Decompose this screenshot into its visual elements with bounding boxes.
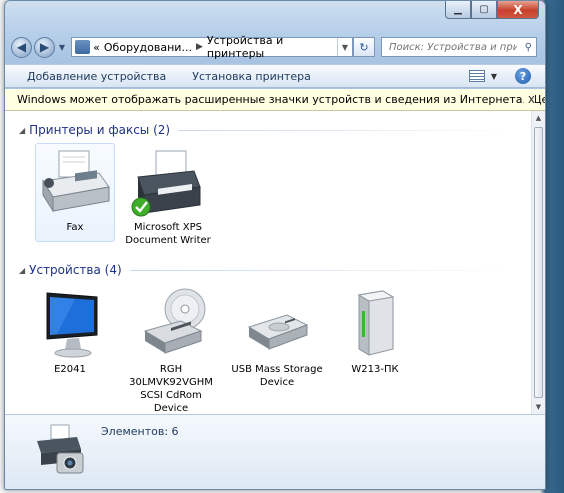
search-icon[interactable]: ⚲ xyxy=(525,42,532,53)
command-bar: Добавление устройства Установка принтера… xyxy=(5,64,545,88)
refresh-button[interactable]: ↻ xyxy=(353,37,375,57)
device-item-cdrom[interactable]: RGH 30LMVK92VGHM SCSI CdRom Device xyxy=(123,287,219,415)
device-item-usb-storage[interactable]: USB Mass Storage Device xyxy=(227,287,327,389)
group-header-devices[interactable]: ◢ Устройства (4) xyxy=(19,263,519,277)
cdrom-icon xyxy=(143,288,206,354)
forward-arrow-icon: ▶ xyxy=(39,40,50,54)
device-label: Fax xyxy=(66,222,84,233)
search-box[interactable]: ⚲ xyxy=(381,37,537,57)
minimize-button[interactable]: ▁ xyxy=(445,1,471,19)
usb-drive-icon xyxy=(247,314,309,350)
device-item-monitor[interactable]: E2041 xyxy=(25,287,115,376)
scroll-thumb[interactable] xyxy=(534,127,543,398)
details-pane: Элементов: 6 xyxy=(5,414,545,489)
device-item-xps-writer[interactable]: Microsoft XPS Document Writer xyxy=(123,147,213,247)
devices-content-area: ◢ Принтеры и факсы (2) Fax Microsoft XPS… xyxy=(5,111,531,414)
printer-icon xyxy=(131,150,201,217)
toolbar-right: ▼ ? xyxy=(468,68,531,84)
information-bar[interactable]: Windows может отображать расширенные зна… xyxy=(5,89,545,111)
refresh-icon: ↻ xyxy=(359,40,369,54)
breadcrumb-separator-icon[interactable]: ▶ xyxy=(196,42,203,52)
vertical-scrollbar[interactable]: ▲ ▼ xyxy=(531,111,545,414)
fax-icon xyxy=(42,150,110,213)
device-label: W213-ПК xyxy=(351,364,399,375)
device-label: USB Mass Storage Device xyxy=(231,364,323,388)
information-bar-text: Windows может отображать расширенные зна… xyxy=(17,93,545,106)
address-bar[interactable]: « Оборудовани... ▶ Устройства и принтеры… xyxy=(71,34,353,60)
help-button[interactable]: ? xyxy=(515,68,531,84)
information-bar-close-button[interactable]: x xyxy=(523,92,535,106)
group-divider xyxy=(129,269,519,271)
address-dropdown-icon[interactable]: ▼ xyxy=(336,38,352,56)
item-count-text: Элементов: 6 xyxy=(101,425,179,438)
view-options-dropdown-icon[interactable]: ▼ xyxy=(491,72,497,81)
explorer-window: ▁ ▢ X ◀ ▶ ▼ « Оборудовани... ▶ Устройств… xyxy=(4,0,546,490)
group-header-printers[interactable]: ◢ Принтеры и факсы (2) xyxy=(19,123,519,137)
breadcrumb-item-hardware[interactable]: Оборудовани... xyxy=(104,41,192,54)
add-device-button[interactable]: Добавление устройства xyxy=(27,70,166,83)
breadcrumb-item-devices[interactable]: Устройства и принтеры xyxy=(207,34,337,60)
search-input[interactable] xyxy=(387,40,519,54)
recent-pages-dropdown[interactable]: ▼ xyxy=(57,43,67,52)
scroll-up-icon[interactable]: ▲ xyxy=(532,111,545,125)
control-panel-icon xyxy=(75,40,91,54)
group-title-printers: Принтеры и факсы (2) xyxy=(29,123,171,137)
device-item-fax[interactable]: Fax xyxy=(25,143,125,242)
computer-tower-icon xyxy=(357,290,395,356)
scroll-down-icon[interactable]: ▼ xyxy=(532,400,545,414)
group-divider xyxy=(178,129,519,131)
maximize-button[interactable]: ▢ xyxy=(471,1,497,19)
back-button[interactable]: ◀ xyxy=(11,36,32,58)
close-button[interactable]: X xyxy=(497,1,539,19)
device-label: E2041 xyxy=(54,364,86,375)
navigation-bar: ◀ ▶ ▼ « Оборудовани... ▶ Устройства и пр… xyxy=(11,34,537,60)
device-item-computer[interactable]: W213-ПК xyxy=(325,287,425,376)
collapse-triangle-icon[interactable]: ◢ xyxy=(19,126,25,135)
monitor-icon xyxy=(46,292,98,358)
group-title-devices: Устройства (4) xyxy=(29,263,122,277)
collapse-triangle-icon[interactable]: ◢ xyxy=(19,266,25,275)
back-arrow-icon: ◀ xyxy=(16,40,27,54)
device-label: RGH 30LMVK92VGHM SCSI CdRom Device xyxy=(129,364,213,414)
caption-buttons: ▁ ▢ X xyxy=(445,1,539,19)
forward-button[interactable]: ▶ xyxy=(34,36,55,58)
change-view-icon[interactable] xyxy=(468,70,485,82)
breadcrumb-overflow[interactable]: « xyxy=(93,41,100,54)
devices-and-printers-icon xyxy=(37,424,84,474)
device-label: Microsoft XPS Document Writer xyxy=(125,222,211,246)
add-printer-button[interactable]: Установка принтера xyxy=(192,70,311,83)
